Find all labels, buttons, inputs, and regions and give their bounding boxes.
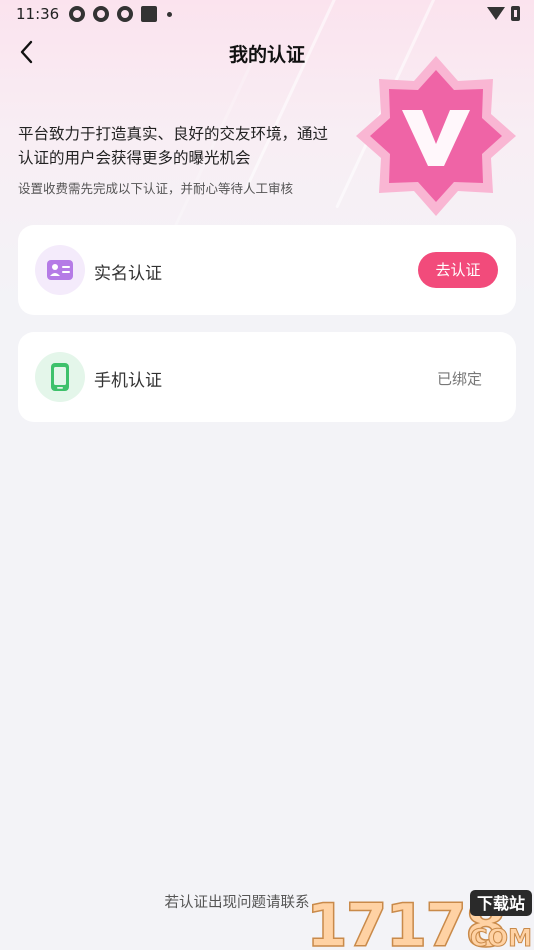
phone-icon [51,363,69,391]
intro-subtext: 设置收费需先完成以下认证，并耐心等待人工审核 [18,181,294,196]
phone-card[interactable]: 手机认证 已绑定 [18,332,516,422]
notification-icon [93,6,110,22]
status-time: 11:36 [16,5,60,23]
notification-icon [117,6,134,22]
phone-icon-wrap [35,352,85,402]
notification-icon [141,6,158,22]
real-name-card[interactable]: 实名认证 去认证 [18,225,516,315]
id-card-icon [47,260,73,280]
watermark-logo: 17178 下载站 COM [305,890,532,950]
watermark-bottom-text: COM [470,924,532,950]
intro-section: 平台致力于打造真实、良好的交友环境，通过认证的用户会获得更多的曝光机会 设置收费… [18,122,338,197]
go-verify-button[interactable]: 去认证 [418,252,498,288]
status-bar: 11:36 [0,0,534,28]
watermark-top-text: 下载站 [477,894,525,913]
notification-icon [69,6,86,22]
real-name-label: 实名认证 [94,264,162,284]
more-notifications-icon [167,11,173,17]
id-card-icon-wrap [35,245,85,295]
bound-status: 已绑定 [436,370,482,388]
verified-badge-icon [356,56,516,216]
intro-text: 平台致力于打造真实、良好的交友环境，通过认证的用户会获得更多的曝光机会 [18,125,329,167]
phone-label: 手机认证 [94,371,162,391]
wifi-icon [487,7,505,20]
battery-icon [511,6,520,21]
